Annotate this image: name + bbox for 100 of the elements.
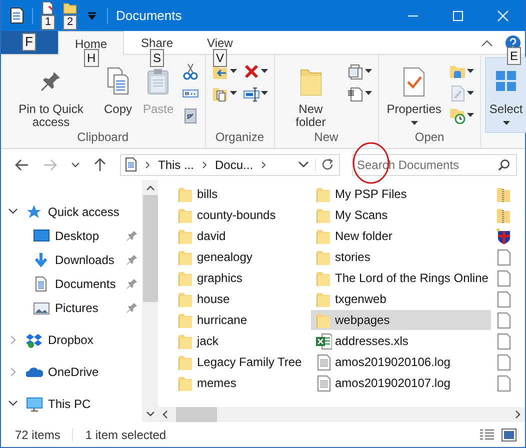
monitor-icon	[26, 396, 43, 412]
nav-item[interactable]: Documents	[1, 272, 142, 296]
ribbon-tab[interactable]: Home	[58, 31, 124, 55]
chevron-down-icon[interactable]	[298, 161, 309, 168]
file-item[interactable]: webpages	[311, 310, 491, 330]
file-item[interactable]: graphics	[173, 268, 311, 288]
dropdown-icon[interactable]	[467, 69, 474, 74]
document-icon	[10, 7, 24, 24]
ribbon-button[interactable]: Properties	[382, 63, 446, 129]
folder-icon	[316, 312, 332, 328]
file-icon	[496, 270, 512, 286]
dropdown-icon[interactable]	[467, 113, 474, 118]
folder-icon	[316, 228, 332, 244]
up-icon[interactable]	[94, 158, 106, 172]
nav-item[interactable]: Quick access	[1, 200, 142, 224]
keytip: V	[212, 49, 227, 67]
large-icons-view-icon[interactable]	[501, 428, 517, 442]
chevron-right-icon[interactable]	[202, 160, 208, 168]
shield-icon	[496, 228, 512, 244]
breadcrumb[interactable]: This ...	[158, 158, 194, 172]
properties-icon[interactable]	[41, 1, 55, 15]
nav-item[interactable]: Dropbox	[1, 328, 142, 352]
history-icon[interactable]	[449, 107, 466, 124]
keytip: E	[507, 46, 522, 64]
folder-icon	[316, 206, 332, 224]
zip-folder-icon	[496, 206, 512, 224]
chevron-right-icon[interactable]	[145, 160, 150, 168]
address-bar[interactable]: This ... Docu...	[120, 154, 340, 176]
scroll-right-icon[interactable]	[515, 410, 521, 419]
dropdown-icon[interactable]	[230, 69, 237, 74]
nav-item[interactable]: This PC	[1, 392, 142, 416]
text-file-icon	[316, 374, 332, 392]
file-item[interactable]: jack	[173, 331, 311, 351]
folder-icon[interactable]	[63, 1, 77, 15]
file-item[interactable]: house	[173, 289, 311, 309]
new-item-icon[interactable]	[346, 63, 364, 80]
file-item[interactable]: New folder	[311, 226, 491, 246]
maximize-icon[interactable]	[452, 10, 464, 22]
folder-icon	[316, 248, 332, 266]
file-item[interactable]: genealogy	[173, 247, 311, 267]
search-icon[interactable]	[498, 158, 510, 170]
scrollbar-thumb[interactable]	[176, 407, 217, 422]
nav-item[interactable]: OneDrive	[1, 360, 142, 384]
file-item[interactable]: txgenweb	[311, 289, 491, 309]
rename-icon[interactable]	[242, 85, 260, 102]
file-item[interactable]: My Scans	[311, 205, 491, 225]
file-icon	[496, 354, 512, 370]
file-item[interactable]: The Lord of the Rings Online	[311, 268, 491, 288]
boxes-icon	[26, 332, 43, 348]
nav-item[interactable]: Downloads	[1, 248, 142, 272]
file-tab[interactable]: F	[1, 31, 58, 54]
dropdown-icon[interactable]	[364, 69, 372, 74]
chevron-right-icon[interactable]	[261, 160, 266, 168]
desktop-icon	[33, 228, 50, 244]
document-icon	[125, 157, 137, 172]
breadcrumb[interactable]: Docu...	[215, 158, 254, 172]
nav-item[interactable]: Pictures	[1, 296, 142, 320]
easy-access-icon[interactable]	[346, 85, 364, 102]
file-icon	[496, 374, 512, 392]
dropdown-icon[interactable]	[260, 91, 268, 96]
copy-folder-icon[interactable]	[212, 85, 229, 102]
file-item[interactable]: addresses.xls	[311, 331, 491, 351]
close-icon[interactable]	[496, 10, 508, 22]
file-item[interactable]: amos2019020106.log	[311, 352, 491, 372]
dropdown-icon[interactable]	[467, 91, 474, 96]
dropdown-icon[interactable]	[364, 91, 372, 96]
file-item[interactable]: Legacy Family Tree	[173, 352, 311, 372]
file-item[interactable]: county-bounds	[173, 205, 311, 225]
folder-icon	[178, 228, 194, 244]
dropdown-icon[interactable]	[230, 91, 237, 96]
scroll-left-icon[interactable]	[162, 410, 168, 419]
selection-count: 1 item selected	[85, 428, 166, 442]
file-item[interactable]: memes	[173, 373, 311, 393]
text-file-icon	[316, 354, 332, 370]
delete-icon[interactable]	[242, 63, 260, 80]
file-item[interactable]: david	[173, 226, 311, 246]
scroll-down-icon[interactable]	[146, 411, 154, 417]
scroll-up-icon[interactable]	[146, 185, 154, 191]
ribbon-button[interactable]: New folder	[278, 63, 343, 132]
collapse-icon[interactable]	[481, 38, 493, 46]
folder-icon	[178, 186, 194, 202]
keytip: S	[150, 49, 164, 67]
file-item[interactable]: amos2019020107.log	[311, 373, 491, 393]
nav-item[interactable]: Desktop	[1, 224, 142, 248]
shortcut-icon[interactable]	[182, 107, 199, 124]
scissors-icon[interactable]	[182, 63, 199, 80]
keytip: 2	[63, 15, 77, 30]
chevron-down-icon[interactable]	[71, 162, 80, 168]
group-label: Clipboard	[77, 130, 129, 144]
item-count: 72 items	[15, 428, 60, 442]
file-item[interactable]: bills	[173, 184, 311, 204]
details-view-icon[interactable]	[479, 428, 495, 442]
file-item[interactable]: My PSP Files	[311, 184, 491, 204]
scrollbar-thumb[interactable]	[142, 195, 158, 302]
file-item[interactable]: hurricane	[173, 310, 311, 330]
folder-icon	[178, 332, 194, 350]
ribbon-button[interactable]: Copy	[99, 63, 137, 119]
dropdown-icon[interactable]	[260, 69, 268, 74]
file-item[interactable]: stories	[311, 247, 491, 267]
back-icon[interactable]	[15, 158, 29, 170]
